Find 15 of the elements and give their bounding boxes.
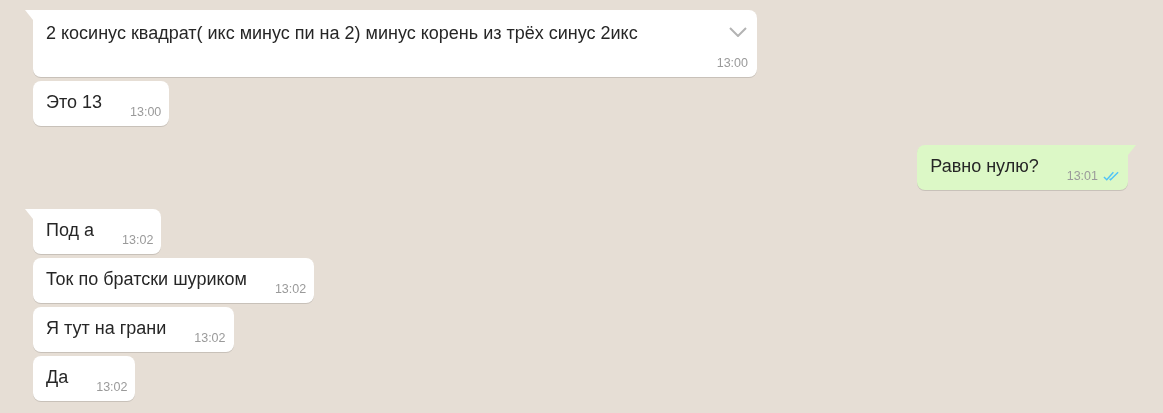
message-text: Это 13 bbox=[46, 91, 102, 114]
message-text: 2 косинус квадрат( икс минус пи на 2) минус корень из трёх синус 2икс bbox=[46, 22, 639, 45]
chevron-down-icon[interactable] bbox=[729, 27, 747, 37]
message-text: Ток по братски шуриком bbox=[46, 268, 247, 291]
message-time: 13:00 bbox=[130, 104, 162, 120]
message-time: 13:02 bbox=[194, 330, 226, 346]
message-time: 13:02 bbox=[96, 379, 128, 395]
message-time: 13:01 bbox=[1066, 168, 1098, 184]
message-time: 13:02 bbox=[274, 281, 307, 297]
message-time: 13:02 bbox=[122, 232, 154, 248]
message-time: 13:00 bbox=[716, 55, 748, 71]
message-text: Равно нулю? bbox=[930, 155, 1039, 178]
message-text: Да bbox=[46, 366, 69, 389]
message-text: Я тут на грани bbox=[46, 317, 167, 340]
message-text: Под а bbox=[46, 219, 95, 242]
